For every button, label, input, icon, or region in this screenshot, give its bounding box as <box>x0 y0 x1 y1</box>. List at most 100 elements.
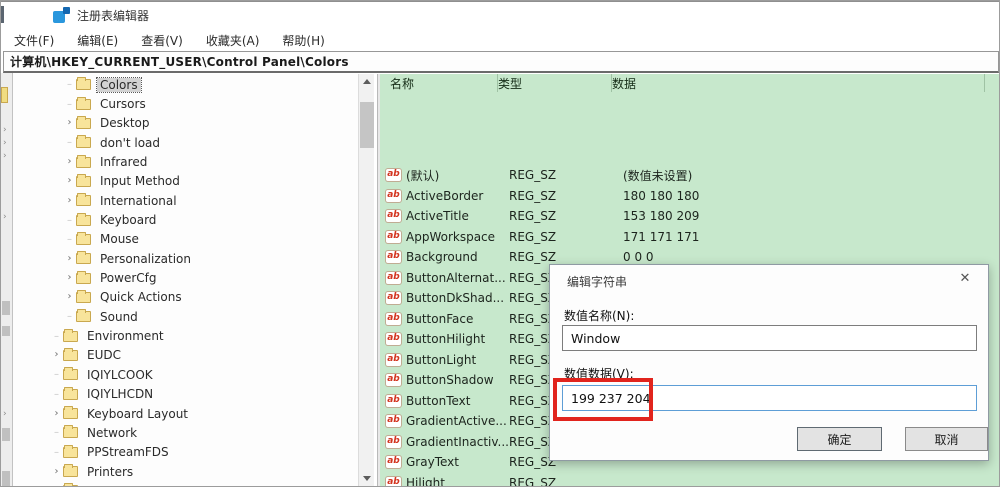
tree-item-iqiylcook[interactable]: – IQIYLCOOK <box>13 365 358 384</box>
tree-item-network[interactable]: – Network <box>13 423 358 442</box>
chevron-right-icon[interactable]: › <box>63 118 76 128</box>
column-header-name[interactable]: 名称 <box>380 74 498 92</box>
reg-sz-icon: ab <box>386 333 401 346</box>
tree-item-label: Mouse <box>100 232 139 247</box>
tree-item-eudc[interactable]: › EUDC <box>13 346 358 365</box>
tree-connector: – <box>54 388 59 400</box>
value-name: ButtonDkShad... <box>406 291 505 306</box>
column-header-type[interactable]: 类型 <box>498 74 612 92</box>
chevron-right-icon: › <box>3 138 7 148</box>
value-row[interactable]: ab AppWorkspace REG_SZ 171 171 171 <box>380 227 999 248</box>
value-data-input[interactable]: 199 237 204 <box>562 385 977 411</box>
tree-item-input-method[interactable]: › Input Method <box>13 172 358 191</box>
tree-item-label: Cursors <box>100 97 146 112</box>
tree-scrollbar[interactable] <box>358 74 374 486</box>
tree-item-keyboard[interactable]: – Keyboard <box>13 210 358 229</box>
folder-icon <box>76 115 91 129</box>
menu-file[interactable]: 文件(F) <box>14 32 54 49</box>
tree-item-printers[interactable]: › Printers <box>13 462 358 481</box>
value-name-text: Window <box>571 330 621 346</box>
tree-item[interactable]: – <box>13 481 358 486</box>
folder-icon <box>63 483 78 486</box>
scroll-down-button[interactable] <box>359 471 375 486</box>
menu-edit[interactable]: 编辑(E) <box>77 32 118 49</box>
value-name: Hilight <box>406 475 445 486</box>
tree-item-international[interactable]: › International <box>13 191 358 210</box>
address-bar[interactable]: 计算机\HKEY_CURRENT_USER\Control Panel\Colo… <box>3 51 999 73</box>
chevron-right-icon[interactable]: › <box>63 253 76 264</box>
tree-item-colors[interactable]: – Colors <box>13 75 358 94</box>
tree-item-don-t-load[interactable]: – don't load <box>13 133 358 152</box>
pane-splitter[interactable] <box>377 74 380 486</box>
value-type: REG_SZ <box>509 475 557 486</box>
tree-connector: – <box>67 79 72 91</box>
arrow-up-icon <box>363 79 371 84</box>
value-row[interactable]: ab ActiveBorder REG_SZ 180 180 180 <box>380 186 999 207</box>
folder-icon <box>63 444 78 458</box>
tree-item-iqiylhcdn[interactable]: – IQIYLHCDN <box>13 385 358 404</box>
tree-connector: – <box>67 214 72 226</box>
tree-item-desktop[interactable]: › Desktop <box>13 114 358 133</box>
value-row[interactable]: ab (默认) REG_SZ (数值未设置) <box>380 165 999 186</box>
reg-sz-icon: ab <box>386 456 401 469</box>
reg-sz-icon: ab <box>386 476 401 486</box>
folder-icon <box>63 464 78 478</box>
value-name-input[interactable]: Window <box>562 325 977 351</box>
tree-item-environment[interactable]: – Environment <box>13 326 358 345</box>
chevron-right-icon[interactable]: › <box>63 273 76 283</box>
scrollbar-thumb[interactable] <box>360 102 374 148</box>
scroll-up-button[interactable] <box>359 74 375 89</box>
tree-item-quick-actions[interactable]: › Quick Actions <box>13 288 358 307</box>
tree-item-label: Environment <box>87 329 164 344</box>
tree-item-cursors[interactable]: – Cursors <box>13 94 358 113</box>
registry-path: 计算机\HKEY_CURRENT_USER\Control Panel\Colo… <box>10 55 349 69</box>
value-name: (默认) <box>406 168 440 183</box>
window-edge-fragment <box>2 471 10 486</box>
reg-sz-icon: ab <box>386 292 401 305</box>
chevron-right-icon[interactable]: › <box>63 292 76 302</box>
folder-icon <box>76 173 91 187</box>
tree-item-infrared[interactable]: › Infrared <box>13 152 358 171</box>
value-name: ActiveBorder <box>406 188 484 203</box>
tree-item-keyboard-layout[interactable]: › Keyboard Layout <box>13 404 358 423</box>
value-row[interactable]: ab Hilight REG_SZ <box>380 473 999 486</box>
close-icon[interactable]: ✕ <box>954 270 976 288</box>
chevron-right-icon[interactable]: › <box>50 408 63 419</box>
folder-icon <box>76 193 91 207</box>
value-name: Background <box>406 250 478 265</box>
window-edge-fragment <box>2 326 10 336</box>
menu-help[interactable]: 帮助(H) <box>282 32 324 49</box>
chevron-right-icon[interactable]: › <box>50 350 63 360</box>
value-name: AppWorkspace <box>406 229 496 244</box>
cancel-button[interactable]: 取消 <box>905 427 988 451</box>
menu-favorites[interactable]: 收藏夹(A) <box>206 32 260 49</box>
tree-item-label: Input Method <box>100 174 180 189</box>
folder-icon <box>76 289 91 303</box>
value-data: 0 0 0 <box>623 250 654 265</box>
tree-item-label: Printers <box>87 464 134 479</box>
chevron-right-icon[interactable]: › <box>63 195 76 206</box>
chevron-right-icon[interactable]: › <box>50 466 63 477</box>
chevron-right-icon[interactable]: › <box>63 157 76 167</box>
tree-item-label: Keyboard Layout <box>87 406 189 421</box>
window-edge-fragment <box>1 6 4 23</box>
menu-view[interactable]: 查看(V) <box>141 32 183 49</box>
folder-icon <box>76 154 91 168</box>
tree-item-powercfg[interactable]: › PowerCfg <box>13 268 358 287</box>
value-name: ButtonAlternat... <box>406 270 506 285</box>
tree-item-mouse[interactable]: – Mouse <box>13 230 358 249</box>
ok-button[interactable]: 确定 <box>797 427 882 451</box>
tree-item-personalization[interactable]: › Personalization <box>13 249 358 268</box>
registry-app-icon <box>53 7 70 24</box>
value-name: ActiveTitle <box>406 209 469 224</box>
value-data: (数值未设置) <box>623 168 693 183</box>
column-header-data[interactable]: 数据 <box>612 74 985 92</box>
tree-item-ppstreamfds[interactable]: – PPStreamFDS <box>13 443 358 462</box>
folder-icon <box>63 406 78 420</box>
value-row[interactable]: ab ActiveTitle REG_SZ 153 180 209 <box>380 206 999 227</box>
value-type: REG_SZ <box>509 188 557 203</box>
reg-sz-icon: ab <box>386 210 401 223</box>
chevron-right-icon[interactable]: › <box>63 176 76 186</box>
tree-item-sound[interactable]: – Sound <box>13 307 358 326</box>
window-title: 注册表编辑器 <box>77 9 150 23</box>
